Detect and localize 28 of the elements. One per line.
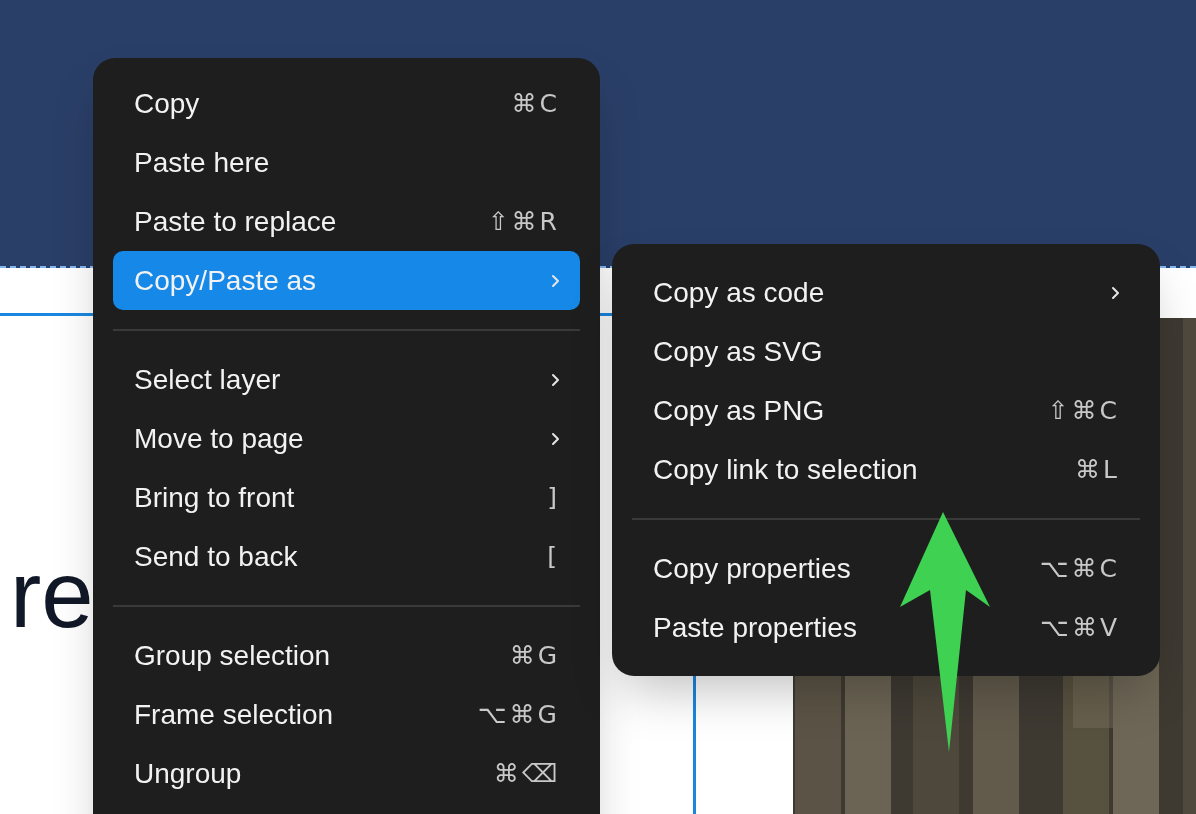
shortcut-label: ⌥⌘G: [477, 698, 560, 731]
menu-item[interactable]: Paste properties ⌥⌘V: [632, 598, 1140, 657]
shortcut-label: ⌘C: [511, 87, 560, 120]
menu-item[interactable]: Bring to front ]: [113, 468, 580, 527]
shortcut-label: ⇧⌘C: [1047, 394, 1120, 427]
shortcut-label: ⇧⌘R: [487, 205, 560, 238]
shortcut-label: ⌘⌫: [493, 757, 560, 790]
shortcut-label: [: [547, 540, 560, 573]
menu-item[interactable]: Copy as PNG ⇧⌘C: [632, 381, 1140, 440]
menu-item[interactable]: Frame selection ⌥⌘G: [113, 685, 580, 744]
menu-item[interactable]: Copy link to selection ⌘L: [632, 440, 1140, 499]
menu-item[interactable]: Copy as code: [632, 263, 1140, 322]
menu-item[interactable]: Copy ⌘C: [113, 74, 580, 133]
menu-item[interactable]: Ungroup ⌘⌫: [113, 744, 580, 803]
menu-item[interactable]: Group selection ⌘G: [113, 626, 580, 685]
menu-item[interactable]: Copy properties ⌥⌘C: [632, 539, 1140, 598]
menu-item[interactable]: Send to back [: [113, 527, 580, 586]
menu-item[interactable]: Paste to replace ⇧⌘R: [113, 192, 580, 251]
shortcut-label: ⌘L: [1075, 453, 1120, 486]
shortcut-label: ]: [547, 481, 560, 514]
menu-item[interactable]: Select layer: [113, 350, 580, 409]
shortcut-label: ⌘G: [509, 639, 560, 672]
shortcut-label: ⌥⌘V: [1040, 611, 1120, 644]
menu-item[interactable]: Paste here: [113, 133, 580, 192]
body-text: re: [10, 548, 94, 642]
menu-item[interactable]: Move to page: [113, 409, 580, 468]
shortcut-label: ⌥⌘C: [1039, 552, 1120, 585]
menu-item[interactable]: Copy as SVG: [632, 322, 1140, 381]
